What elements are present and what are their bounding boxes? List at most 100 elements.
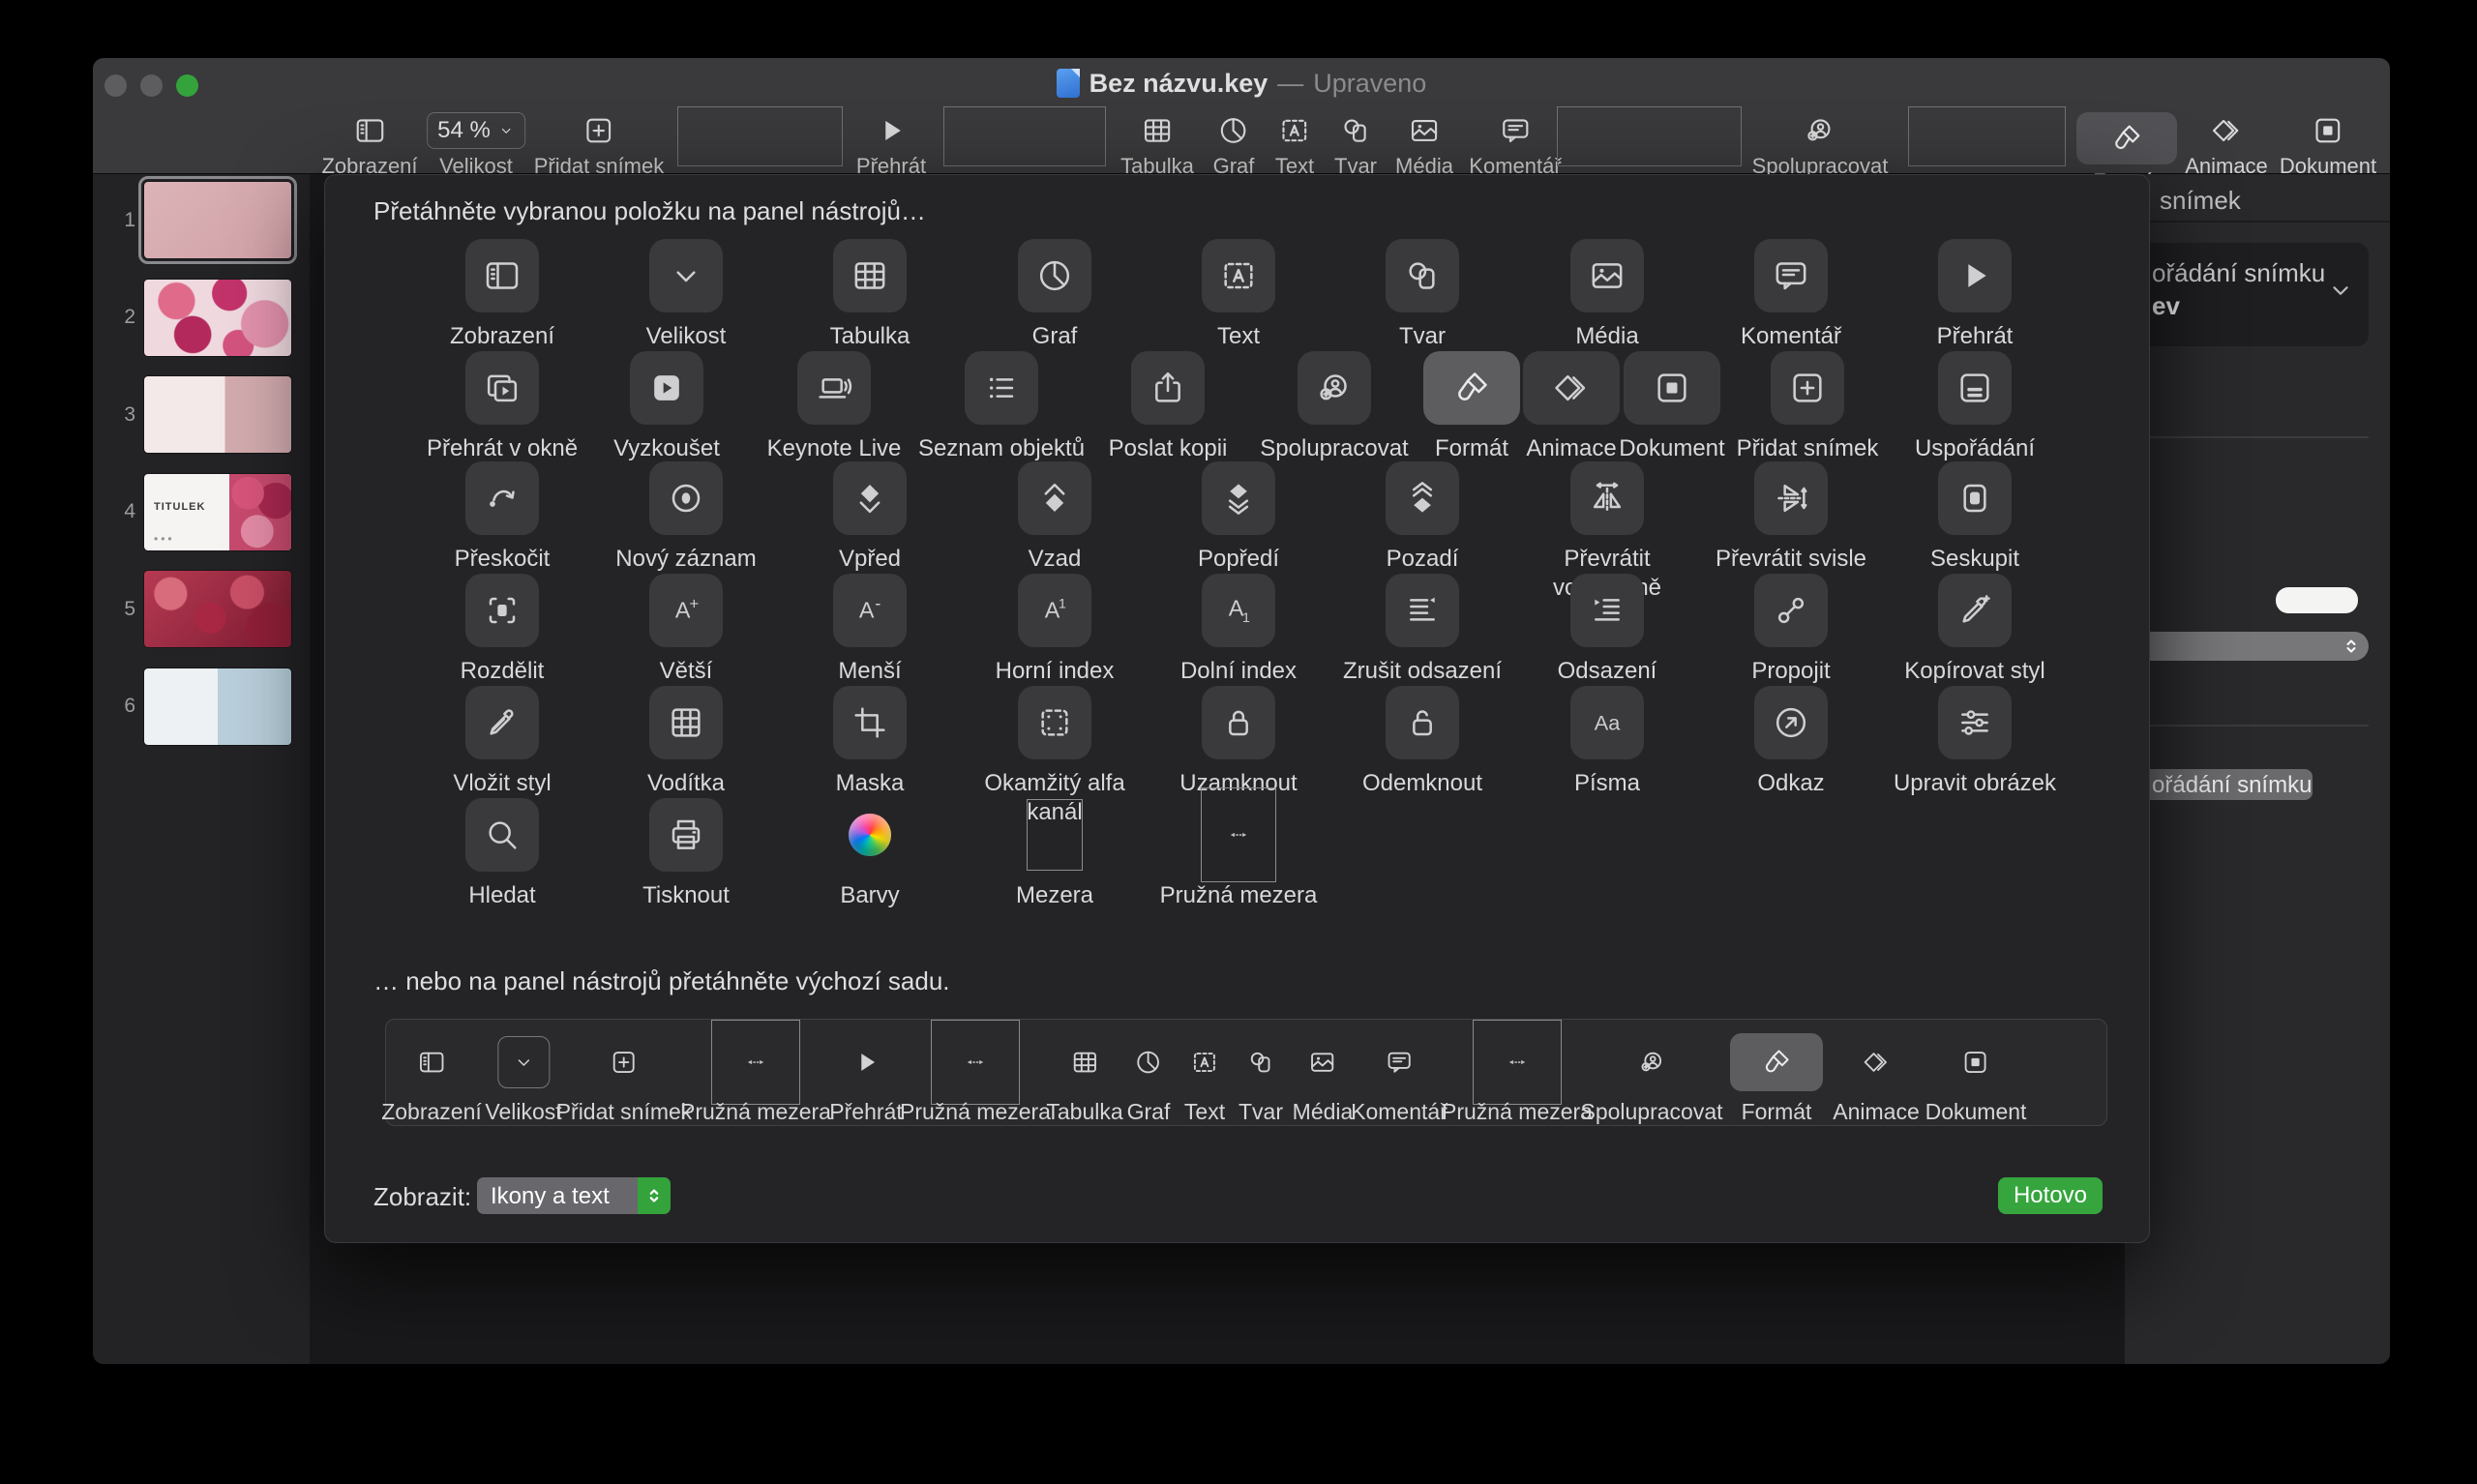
toolbar-zobrazeni[interactable]: Zobrazení xyxy=(321,110,417,179)
toolbar-tvar[interactable]: Tvar xyxy=(1334,110,1377,179)
default-set-velikost[interactable]: Velikost xyxy=(485,1025,561,1125)
default-set-dokument[interactable]: Dokument xyxy=(1925,1025,2027,1125)
palette-item-pridat-snimek[interactable]: Přidat snímek xyxy=(1716,351,1899,463)
flexible-space-placeholder xyxy=(711,1020,800,1105)
toolbar-animace[interactable]: Animace xyxy=(2185,110,2268,179)
default-set-text[interactable]: Text xyxy=(1184,1025,1225,1125)
toolbar-dokument[interactable]: Dokument xyxy=(2280,110,2376,179)
slide-thumbnail-image[interactable] xyxy=(144,280,291,356)
palette-item-poslat-kopii[interactable]: Poslat kopii xyxy=(1076,351,1260,463)
palette-item-prehrat[interactable]: Přehrát xyxy=(1883,239,2067,351)
palette-item-barvy[interactable]: Barvy xyxy=(778,798,962,910)
toolbar-text[interactable]: Text xyxy=(1275,110,1314,179)
palette-item-hledat[interactable]: Hledat xyxy=(410,798,594,910)
palette-item-prevratit-svisle[interactable]: Převrátit svisle xyxy=(1699,461,1883,574)
palette-item-usporadani[interactable]: Uspořádání xyxy=(1883,351,2067,463)
palette-item-maska[interactable]: Maska xyxy=(778,686,962,798)
slide-thumbnail-1[interactable]: 1 xyxy=(93,182,291,258)
done-button[interactable]: Hotovo xyxy=(1998,1177,2103,1214)
palette-item-zobrazeni[interactable]: Zobrazení xyxy=(410,239,594,351)
palette-item-popredi[interactable]: Popředí xyxy=(1147,461,1330,574)
palette-item-label: Popředí xyxy=(1198,545,1279,574)
slide-thumbnail-image[interactable] xyxy=(144,376,291,453)
grid-row-1: ZobrazeníVelikostTabulkaGrafTextTvarMédi… xyxy=(325,239,2149,351)
slide-thumbnail-image[interactable] xyxy=(144,571,291,647)
palette-item-voditka[interactable]: Vodítka xyxy=(594,686,778,798)
palette-item-kopirovat-styl[interactable]: Kopírovat styl xyxy=(1883,574,2067,686)
slide-thumbnail-2[interactable]: 2 xyxy=(93,280,291,356)
palette-item-vpred[interactable]: Vpřed xyxy=(778,461,962,574)
toolbar-spolupracovat[interactable]: Spolupracovat xyxy=(1752,110,1889,179)
palette-item-tisknout[interactable]: Tisknout xyxy=(594,798,778,910)
default-set-tvar[interactable]: Tvar xyxy=(1238,1025,1283,1125)
palette-item-komentar[interactable]: Komentář xyxy=(1699,239,1883,351)
palette-item-vlozit-styl[interactable]: Vložit styl xyxy=(410,686,594,798)
palette-item-uzamknout[interactable]: Uzamknout xyxy=(1147,686,1330,798)
chevron-down-icon xyxy=(667,256,705,295)
slide-thumbnail-3[interactable]: 3 xyxy=(93,376,291,453)
default-set-spolupracovat[interactable]: Spolupracovat xyxy=(1580,1025,1722,1125)
zoom-level-button[interactable]: 54 % xyxy=(427,112,525,149)
toolbar-tabulka[interactable]: Tabulka xyxy=(1120,110,1194,179)
palette-item-novy-zaznam[interactable]: Nový záznam xyxy=(594,461,778,574)
palette-item-vzad[interactable]: Vzad xyxy=(963,461,1147,574)
palette-item-pozadi[interactable]: Pozadí xyxy=(1330,461,1514,574)
default-set-graf[interactable]: Graf xyxy=(1127,1025,1171,1125)
default-set-pruzna-mezera[interactable]: Pružná mezera xyxy=(900,1025,1051,1125)
default-set-tabulka[interactable]: Tabulka xyxy=(1046,1025,1122,1125)
default-set-pruzna-mezera[interactable]: Pružná mezera xyxy=(680,1025,831,1125)
default-set-pruzna-mezera[interactable]: Pružná mezera xyxy=(1442,1025,1593,1125)
palette-item-vetsi[interactable]: A+Větší xyxy=(594,574,778,686)
toolbar-pridat-snimek[interactable]: Přidat snímek xyxy=(534,110,665,179)
toolbar-media[interactable]: Média xyxy=(1395,110,1453,179)
show-mode-select[interactable]: Ikony a text xyxy=(477,1177,671,1214)
inspector-tab-slide[interactable]: snímek xyxy=(2160,186,2241,216)
inspector-color-well[interactable] xyxy=(2276,587,2358,613)
palette-item-pruzna-mezera[interactable]: Pružná mezera xyxy=(1147,798,1330,910)
palette-item-prehrat-v-okne[interactable]: Přehrát v okně xyxy=(410,351,594,463)
palette-item-rozdelit[interactable]: Rozdělit xyxy=(410,574,594,686)
palette-item-tabulka[interactable]: Tabulka xyxy=(778,239,962,351)
palette-item-horni-index[interactable]: A1Horní index xyxy=(963,574,1147,686)
palette-item-odsazeni[interactable]: Odsazení xyxy=(1515,574,1699,686)
palette-item-media[interactable]: Média xyxy=(1515,239,1699,351)
palette-item-seznam-objektu[interactable]: Seznam objektů xyxy=(910,351,1093,463)
toolbar-graf[interactable]: Graf xyxy=(1213,110,1255,179)
palette-item-keynote-live[interactable]: Keynote Live xyxy=(742,351,926,463)
palette-item-pisma[interactable]: AaPísma xyxy=(1515,686,1699,798)
palette-item-propojit[interactable]: Propojit xyxy=(1699,574,1883,686)
palette-item-label: Kopírovat styl xyxy=(1904,657,2044,686)
palette-item-graf[interactable]: Graf xyxy=(963,239,1147,351)
slide-thumbnail-5[interactable]: 5 xyxy=(93,571,291,647)
default-set-komentar[interactable]: Komentář xyxy=(1351,1025,1447,1125)
default-set-zobrazeni[interactable]: Zobrazení xyxy=(381,1025,482,1125)
palette-item-dolni-index[interactable]: A1Dolní index xyxy=(1147,574,1330,686)
palette-item-upravit-obrazek[interactable]: Upravit obrázek xyxy=(1883,686,2067,798)
slide-thumbnail-image[interactable] xyxy=(144,182,291,258)
slide-thumbnail-4[interactable]: 4TITULEK••• xyxy=(93,474,291,550)
default-set-pridat-snimek[interactable]: Přidat snímek xyxy=(556,1025,693,1125)
default-set-animace[interactable]: Animace xyxy=(1833,1025,1919,1125)
toolbar-velikost[interactable]: 54 %Velikost xyxy=(427,110,525,179)
default-set-format[interactable]: Formát xyxy=(1730,1025,1823,1125)
default-set-media[interactable]: Média xyxy=(1293,1025,1354,1125)
default-set-item-label: Pružná mezera xyxy=(680,1099,831,1125)
palette-item-velikost[interactable]: Velikost xyxy=(594,239,778,351)
palette-item-mensi[interactable]: A-Menší xyxy=(778,574,962,686)
palette-item-seskupit[interactable]: Seskupit xyxy=(1883,461,2067,574)
palette-item-odemknout[interactable]: Odemknout xyxy=(1330,686,1514,798)
palette-item-mezera[interactable]: Mezera xyxy=(963,798,1147,910)
palette-item-preskocit[interactable]: Přeskočit xyxy=(410,461,594,574)
palette-item-text[interactable]: Text xyxy=(1147,239,1330,351)
toolbar-prehrat[interactable]: Přehrát xyxy=(856,110,926,179)
default-set-prehrat[interactable]: Přehrát xyxy=(829,1025,902,1125)
toolbar-komentar[interactable]: Komentář xyxy=(1469,110,1561,179)
palette-item-vyzkouset[interactable]: Vyzkoušet xyxy=(575,351,759,463)
palette-item-odkaz[interactable]: Odkaz xyxy=(1699,686,1883,798)
palette-item-zrusit-odsazeni[interactable]: Zrušit odsazení xyxy=(1330,574,1514,686)
palette-item-tvar[interactable]: Tvar xyxy=(1330,239,1514,351)
slide-thumbnail-image[interactable] xyxy=(144,668,291,745)
superscript-icon: A1 xyxy=(1035,591,1074,630)
slide-thumbnail-6[interactable]: 6 xyxy=(93,668,291,745)
slide-thumbnail-image[interactable]: TITULEK••• xyxy=(144,474,291,550)
